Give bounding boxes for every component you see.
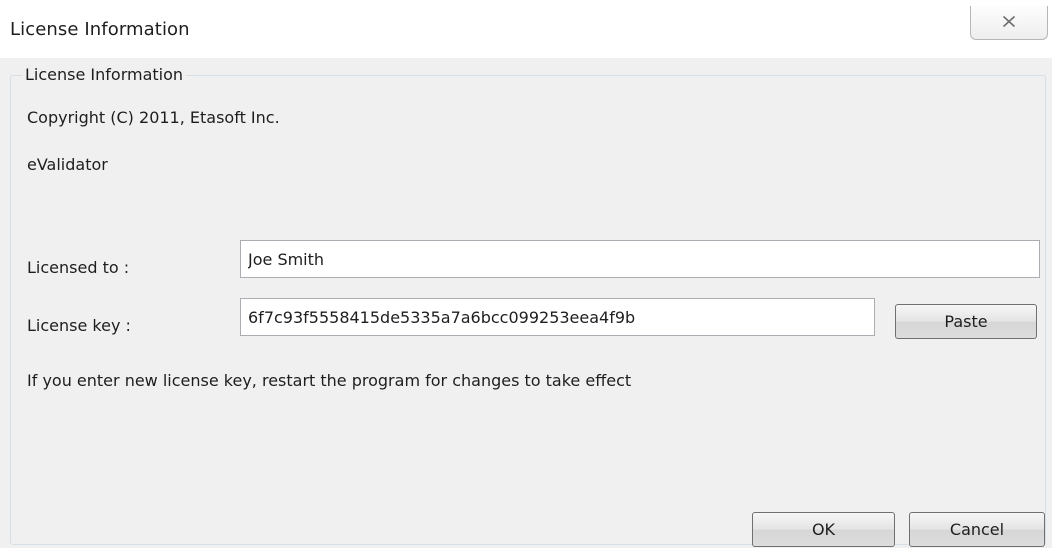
product-name: eValidator bbox=[27, 155, 108, 174]
licensed-to-field[interactable] bbox=[240, 240, 1040, 278]
title-bar: License Information bbox=[0, 0, 1052, 58]
close-button[interactable] bbox=[970, 6, 1048, 40]
groupbox-legend: License Information bbox=[22, 65, 187, 84]
copyright-text: Copyright (C) 2011, Etasoft Inc. bbox=[27, 108, 280, 127]
paste-button[interactable]: Paste bbox=[895, 304, 1037, 339]
license-key-label: License key : bbox=[27, 316, 131, 335]
licensed-to-label: Licensed to : bbox=[27, 258, 130, 277]
ok-button[interactable]: OK bbox=[752, 512, 895, 547]
close-icon bbox=[1002, 15, 1016, 28]
license-key-field[interactable] bbox=[240, 298, 875, 336]
window-title: License Information bbox=[10, 19, 190, 40]
cancel-button[interactable]: Cancel bbox=[909, 512, 1045, 547]
restart-note: If you enter new license key, restart th… bbox=[27, 371, 632, 390]
dialog-body: License Information Copyright (C) 2011, … bbox=[0, 58, 1052, 548]
